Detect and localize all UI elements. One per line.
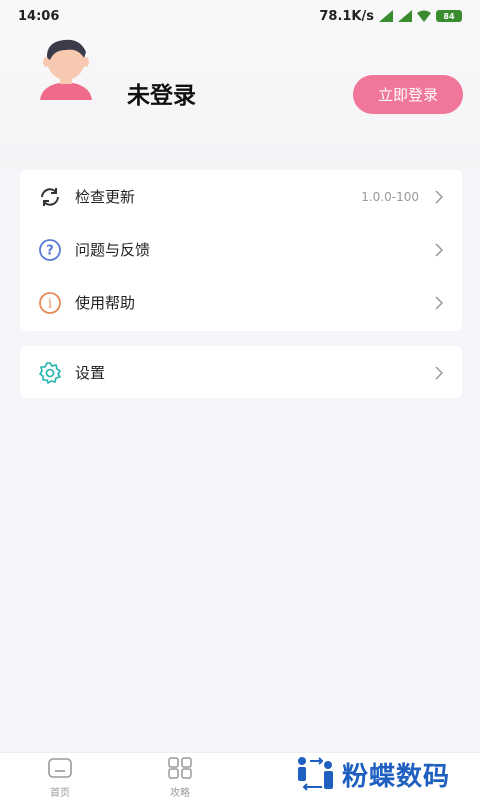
refresh-icon (38, 185, 62, 209)
battery-icon: 84 (436, 10, 462, 22)
menu-item-label: 检查更新 (75, 188, 136, 206)
menu-item-label: 设置 (75, 364, 106, 382)
menu-item-settings[interactable]: 设置 (20, 346, 462, 399)
tab-home[interactable]: 首页 (30, 757, 90, 799)
network-speed: 78.1K/s (319, 8, 374, 24)
settings-card: 设置 (20, 346, 462, 398)
svg-text:i: i (48, 296, 52, 311)
watermark: 粉蝶数码 (296, 755, 450, 793)
status-time: 14:06 (18, 8, 60, 24)
menu-item-feedback[interactable]: ? 问题与反馈 (20, 223, 462, 276)
signal-icon (398, 10, 412, 22)
signal-icon (379, 10, 393, 22)
menu-item-label: 使用帮助 (75, 294, 136, 312)
chevron-right-icon (435, 189, 444, 204)
version-text: 1.0.0-100 (361, 189, 419, 204)
question-icon: ? (38, 238, 62, 262)
menu-item-label: 问题与反馈 (75, 241, 151, 259)
tab-guide[interactable]: 攻略 (150, 757, 210, 799)
login-button[interactable]: 立即登录 (353, 75, 463, 114)
tab-label: 攻略 (170, 788, 190, 799)
chevron-right-icon (435, 242, 444, 257)
menu-item-help[interactable]: i 使用帮助 (20, 276, 462, 329)
watermark-text: 粉蝶数码 (342, 761, 451, 792)
info-icon: i (38, 291, 62, 315)
avatar[interactable] (36, 38, 96, 100)
watermark-logo-icon (298, 757, 333, 791)
home-icon (48, 758, 72, 778)
username: 未登录 (127, 83, 196, 109)
gear-icon (38, 361, 62, 385)
svg-text:?: ? (46, 243, 54, 258)
menu-item-check-update[interactable]: 检查更新 1.0.0-100 (20, 170, 462, 223)
status-indicators: 78.1K/s 84 (319, 9, 462, 24)
menu-card: 检查更新 1.0.0-100 ? 问题与反馈 i 使用帮助 (20, 170, 462, 331)
status-bar: 14:06 78.1K/s 84 (0, 0, 480, 32)
chevron-right-icon (435, 295, 444, 310)
grid-icon (168, 757, 192, 779)
wifi-icon (417, 10, 431, 22)
tab-label: 首页 (50, 788, 70, 799)
chevron-right-icon (435, 365, 444, 380)
